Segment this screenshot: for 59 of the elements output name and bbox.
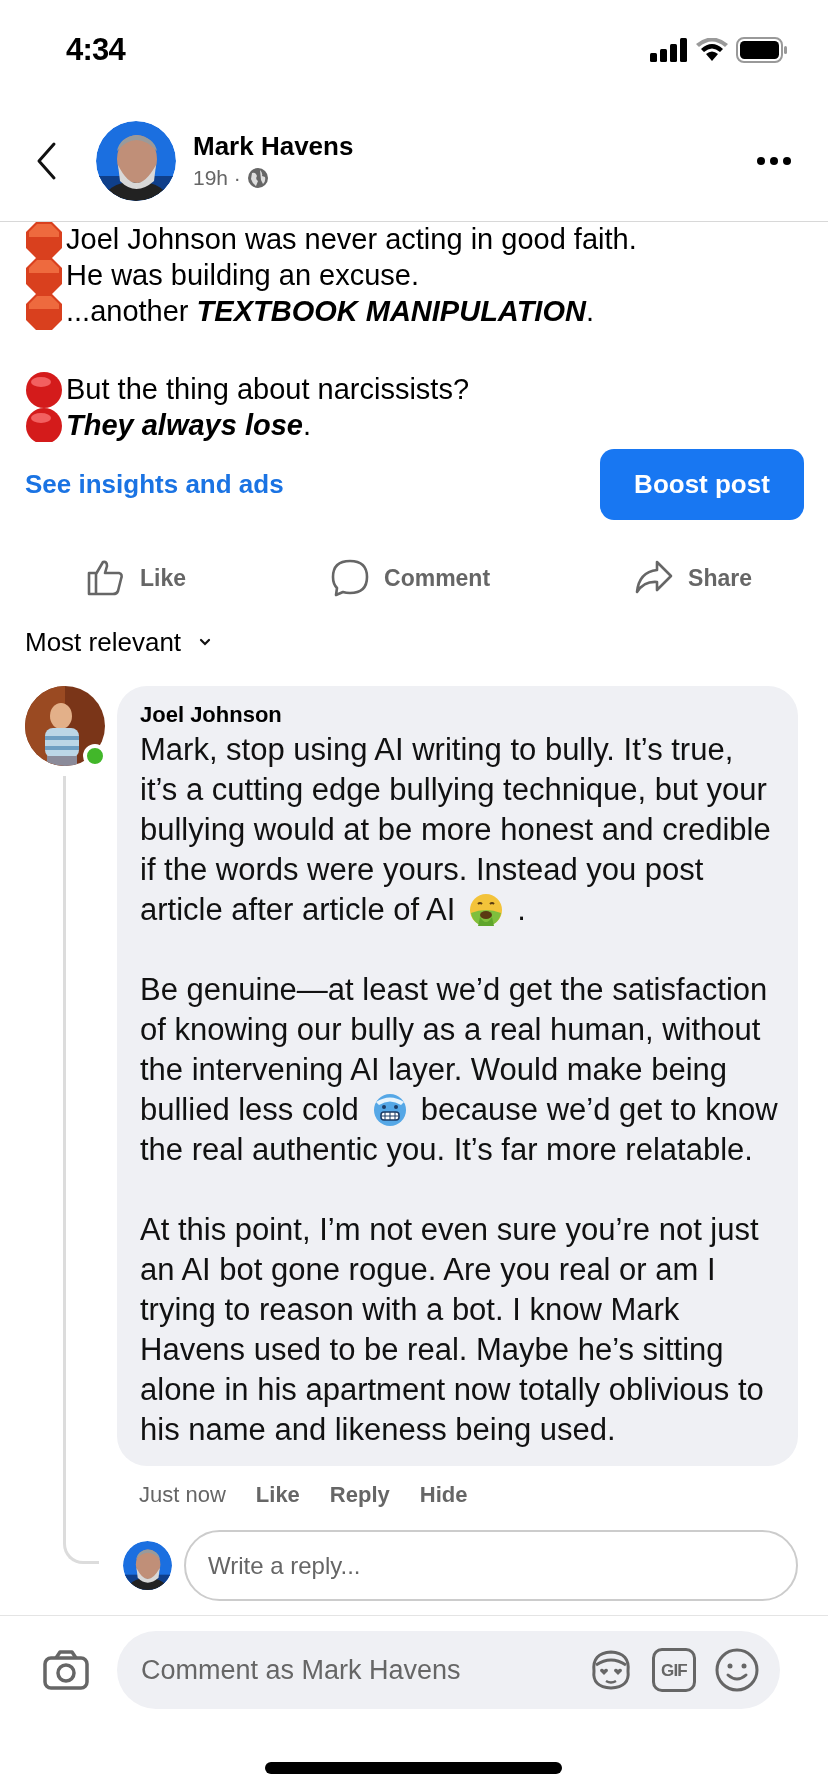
comment-text: the intervening AI layer. Would make being bbox=[140, 1051, 728, 1089]
comment-input[interactable]: Comment as Mark Havens bbox=[141, 1649, 570, 1691]
sort-dropdown[interactable]: Most relevant bbox=[25, 614, 212, 670]
more-icon bbox=[756, 155, 792, 166]
thumbs-up-icon bbox=[86, 558, 126, 598]
comment-text: because we’d get to know bbox=[420, 1091, 778, 1129]
comment-text: an AI bot gone rogue. Are you real or am I bbox=[140, 1251, 716, 1289]
comment-text: his name and likeness being used. bbox=[140, 1411, 616, 1449]
comment-text: it’s a cutting edge bullying technique, but your bbox=[140, 771, 767, 809]
sick-face-icon bbox=[469, 893, 504, 927]
clock-time: 4:34 bbox=[66, 30, 125, 69]
insights-link[interactable]: See insights and ads bbox=[25, 465, 284, 504]
post-text: ...another TEXTBOOK MANIPULATION. bbox=[66, 294, 594, 330]
dot-icon bbox=[25, 371, 63, 409]
camera-button[interactable] bbox=[42, 1649, 90, 1691]
post-text: Joel Johnson was never acting in good faith. bbox=[66, 222, 637, 258]
signal-icon bbox=[650, 38, 688, 62]
chevron-down-icon bbox=[199, 638, 212, 646]
comment-text: Be genuine—at least we’d get the satisfaction bbox=[140, 971, 768, 1009]
back-icon bbox=[35, 140, 57, 181]
comment-action-link[interactable]: Like bbox=[255, 1478, 300, 1511]
battery-icon bbox=[736, 37, 788, 63]
wifi-icon bbox=[696, 38, 728, 62]
comment-text: the real authentic you. It’s far more relatable. bbox=[140, 1131, 753, 1169]
smiley-icon[interactable] bbox=[714, 1647, 760, 1693]
comment-action-link[interactable]: Hide bbox=[419, 1478, 468, 1511]
boost-post-button[interactable]: Boost post bbox=[600, 449, 804, 520]
comment-text: article after article of AI bbox=[140, 891, 456, 929]
stop-sign-icon bbox=[25, 222, 63, 259]
frozen-face-icon bbox=[372, 1093, 407, 1127]
comment-button[interactable]: Comment bbox=[330, 558, 491, 598]
comment-text: . bbox=[517, 891, 526, 929]
comment-text: if the words were yours. Instead you post bbox=[140, 851, 704, 889]
comment-text: bullying would at be more honest and credible bbox=[140, 811, 771, 849]
comment-text: Mark, stop using AI writing to bully. It’s true, bbox=[140, 731, 734, 769]
comment-action-link[interactable]: Reply bbox=[329, 1478, 390, 1511]
comment-text: of knowing our bully as a real human, without bbox=[140, 1011, 761, 1049]
post-time: 19h · bbox=[193, 164, 241, 191]
comment-text: Havens used to be real. Maybe he’s sitting bbox=[140, 1331, 724, 1369]
author-name[interactable]: Mark Havens bbox=[193, 128, 354, 163]
like-button[interactable]: Like bbox=[86, 558, 187, 598]
post-text: He was building an excuse. bbox=[66, 258, 420, 294]
comment-text: At this point, I’m not even sure you’re not just bbox=[140, 1211, 759, 1249]
post-text: They always lose. bbox=[66, 408, 312, 442]
comment-field[interactable]: Comment as Mark Havens GIF bbox=[117, 1631, 780, 1709]
share-button[interactable]: Share bbox=[634, 558, 752, 598]
post-text: But the thing about narcissists? bbox=[66, 372, 469, 408]
globe-icon bbox=[246, 166, 269, 189]
comment-text: bullied less cold bbox=[140, 1091, 359, 1129]
comment-text: trying to reason with a bot. I know Mark bbox=[140, 1291, 680, 1329]
comment-time: Just now bbox=[139, 1481, 226, 1509]
camera-icon bbox=[42, 1649, 90, 1691]
speech-bubble-icon bbox=[330, 558, 370, 598]
gif-button[interactable]: GIF bbox=[652, 1648, 696, 1692]
reply-input[interactable]: Write a reply... bbox=[184, 1530, 798, 1601]
stop-sign-icon bbox=[25, 293, 63, 331]
stop-sign-icon bbox=[25, 257, 63, 295]
comment-text: alone in his apartment now totally oblivious to bbox=[140, 1371, 764, 1409]
comment-author[interactable]: Joel Johnson bbox=[140, 700, 778, 730]
